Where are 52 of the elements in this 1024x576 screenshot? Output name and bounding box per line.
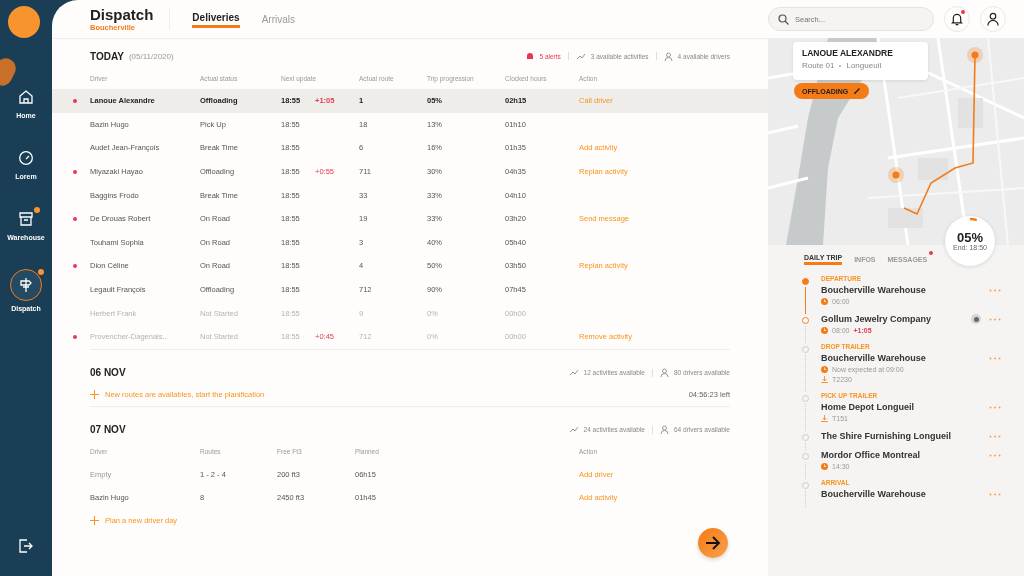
plus-icon [90, 390, 99, 400]
more-icon[interactable] [989, 317, 1001, 321]
section-title: 07 NOV [90, 424, 126, 436]
section-date: (05/11/2020) [128, 51, 174, 61]
route-label: Route 01 Longueuil [802, 61, 883, 70]
decor-circle [8, 6, 40, 38]
more-icon[interactable] [989, 434, 1001, 438]
clock-icon [821, 366, 828, 373]
clock-icon [821, 298, 828, 305]
more-icon[interactable] [989, 288, 1001, 292]
more-icon[interactable] [989, 453, 1001, 457]
more-icon[interactable] [989, 405, 1001, 409]
bell-icon [526, 51, 535, 61]
pencil-icon [853, 87, 862, 95]
person-icon [660, 425, 669, 435]
box-icon [18, 211, 34, 227]
user-icon [987, 12, 999, 26]
driver-name: LANOUE ALEXANDRE [802, 48, 894, 58]
section-title: 06 NOV [90, 367, 126, 379]
more-icon[interactable] [989, 356, 1001, 360]
section-title: TODAY [90, 50, 124, 62]
contact-icon[interactable] [971, 314, 981, 324]
stop-name: Mordor Office Montreal [821, 450, 920, 460]
trend-icon [568, 369, 579, 377]
home-icon [18, 89, 34, 105]
progress-percent: 05% [957, 231, 983, 244]
person-icon [660, 368, 669, 378]
gauge-icon [18, 150, 34, 166]
more-icon[interactable] [989, 492, 1001, 496]
person-icon [663, 51, 673, 61]
download-icon [821, 415, 828, 422]
tab[interactable]: Deliveries [192, 10, 240, 28]
clock-icon [821, 327, 828, 334]
plus-icon [90, 516, 99, 526]
stop-name: Home Depot Longueil [821, 402, 914, 412]
search-icon [778, 13, 789, 25]
arrow-right-icon [705, 536, 721, 550]
stop-name: Boucherville Warehouse [821, 285, 926, 295]
bell-icon [951, 12, 963, 26]
notifications-button[interactable] [944, 6, 970, 32]
app-title: Dispatch [90, 6, 154, 23]
download-icon [821, 376, 828, 383]
next-button[interactable] [698, 528, 728, 558]
trend-icon [568, 426, 579, 434]
clock-icon [821, 463, 828, 470]
logout-icon[interactable] [18, 538, 34, 554]
stop-name: Boucherville Warehouse [821, 353, 926, 363]
stop-name: Boucherville Warehouse [821, 489, 926, 499]
stop-name: The Shire Furnishing Longueil [821, 431, 951, 441]
profile-button[interactable] [980, 6, 1006, 32]
trend-icon [575, 52, 586, 60]
stop-name: Gollum Jewelry Company [821, 314, 932, 324]
